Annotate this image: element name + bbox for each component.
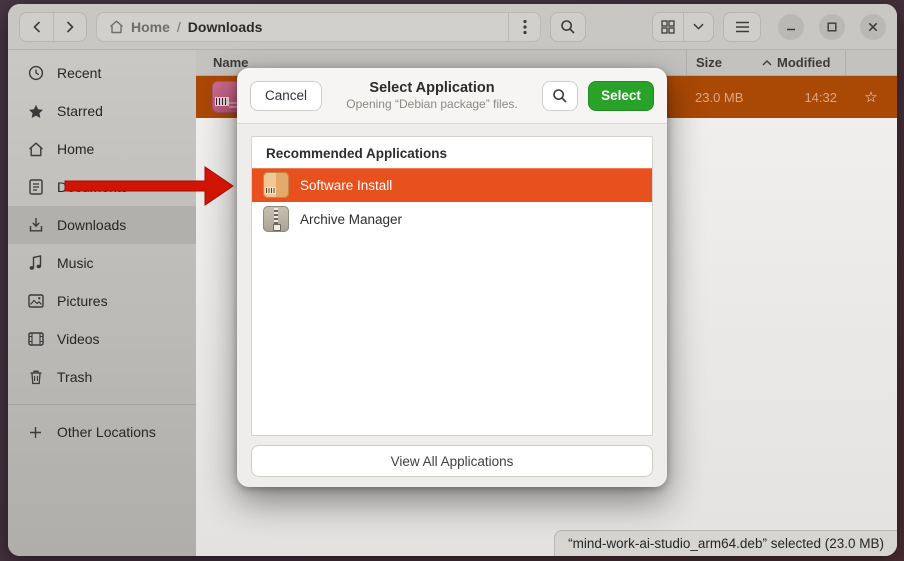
software-install-icon [263, 172, 289, 198]
sidebar-item-videos[interactable]: Videos [8, 320, 196, 358]
trash-icon [27, 369, 44, 385]
sidebar-item-label: Videos [57, 331, 100, 347]
dialog-body: Recommended Applications Software Instal… [237, 124, 667, 487]
sidebar-item-home[interactable]: Home [8, 130, 196, 168]
main-menu-button[interactable] [723, 12, 761, 42]
sidebar-item-label: Music [57, 255, 94, 271]
dialog-search-button[interactable] [542, 81, 578, 111]
column-header-star[interactable] [845, 50, 897, 75]
music-note-icon [27, 255, 44, 271]
sidebar-item-documents[interactable]: Documents [8, 168, 196, 206]
home-icon [27, 142, 44, 157]
headerbar: Home / Downloads [8, 4, 897, 50]
history-nav-group [19, 12, 87, 42]
view-options-dropdown[interactable] [683, 13, 714, 41]
app-name: Software Install [300, 178, 392, 193]
sidebar-item-starred[interactable]: Starred [8, 92, 196, 130]
dialog-titlebox: Select Application Opening “Debian packa… [332, 79, 532, 112]
cancel-button[interactable]: Cancel [250, 81, 322, 111]
breadcrumb-current[interactable]: Downloads [188, 19, 263, 35]
archive-manager-icon [263, 206, 289, 232]
view-toggle-split-button [652, 12, 714, 42]
hamburger-menu-icon [735, 21, 750, 33]
sort-ascending-icon [762, 60, 772, 66]
kebab-menu-icon [523, 19, 527, 35]
status-bar: “mind-work-ai-studio_arm64.deb” selected… [554, 530, 897, 556]
file-modified: 14:32 [756, 90, 845, 105]
close-button[interactable] [860, 14, 886, 40]
download-icon [27, 217, 44, 233]
plus-icon [27, 426, 44, 439]
maximize-icon [827, 22, 837, 32]
breadcrumb-home[interactable]: Home [131, 19, 170, 35]
sidebar: Recent Starred Home Documents Downloads … [8, 50, 196, 556]
app-list-header: Recommended Applications [252, 137, 652, 168]
app-list: Recommended Applications Software Instal… [251, 136, 653, 436]
dialog-title: Select Application [332, 79, 532, 97]
dialog-subtitle: Opening “Debian package” files. [332, 97, 532, 112]
file-manager-window: Home / Downloads [8, 4, 897, 556]
minimize-button[interactable] [778, 14, 804, 40]
search-button[interactable] [550, 12, 586, 42]
close-icon [868, 22, 878, 32]
sidebar-item-other-locations[interactable]: Other Locations [8, 413, 196, 451]
sidebar-item-trash[interactable]: Trash [8, 358, 196, 396]
maximize-button[interactable] [819, 14, 845, 40]
sidebar-item-label: Trash [57, 369, 92, 385]
grid-view-button[interactable] [653, 13, 683, 41]
window-controls [778, 14, 886, 40]
view-all-applications-button[interactable]: View All Applications [251, 445, 653, 477]
sidebar-item-label: Downloads [57, 217, 126, 233]
star-icon [27, 104, 44, 119]
select-application-dialog: Cancel Select Application Opening “Debia… [237, 68, 667, 487]
dialog-header: Cancel Select Application Opening “Debia… [237, 68, 667, 124]
app-name: Archive Manager [300, 212, 402, 227]
minimize-icon [786, 22, 796, 32]
sidebar-item-label: Pictures [57, 293, 108, 309]
home-icon [109, 20, 124, 34]
chevron-right-icon [66, 21, 74, 33]
sidebar-item-music[interactable]: Music [8, 244, 196, 282]
app-row-archive-manager[interactable]: Archive Manager [252, 202, 652, 236]
chevron-down-icon [693, 23, 704, 30]
sidebar-item-pictures[interactable]: Pictures [8, 282, 196, 320]
star-toggle-icon[interactable]: ☆ [845, 88, 897, 106]
chevron-left-icon [33, 21, 41, 33]
picture-icon [27, 294, 44, 308]
sidebar-item-label: Home [57, 141, 94, 157]
document-icon [27, 179, 44, 195]
breadcrumb: Home / Downloads [96, 12, 541, 42]
search-icon [560, 19, 576, 35]
sidebar-item-recent[interactable]: Recent [8, 54, 196, 92]
back-button[interactable] [20, 13, 53, 41]
breadcrumb-separator: / [177, 19, 181, 35]
select-button[interactable]: Select [588, 81, 654, 111]
column-header-size[interactable]: Size [686, 50, 756, 75]
sidebar-item-label: Documents [57, 179, 128, 195]
grid-view-icon [661, 20, 675, 34]
app-row-software-install[interactable]: Software Install [252, 168, 652, 202]
file-size: 23.0 MB [686, 90, 756, 105]
sidebar-item-label: Other Locations [57, 424, 156, 440]
sidebar-item-label: Recent [57, 65, 101, 81]
column-header-modified[interactable]: Modified [756, 50, 845, 75]
sidebar-separator [8, 404, 196, 405]
sidebar-item-downloads[interactable]: Downloads [8, 206, 196, 244]
status-text: “mind-work-ai-studio_arm64.deb” selected… [568, 536, 884, 551]
search-icon [552, 88, 568, 104]
video-icon [27, 332, 44, 346]
forward-button[interactable] [53, 13, 86, 41]
sidebar-item-label: Starred [57, 103, 103, 119]
clock-icon [27, 65, 44, 81]
location-menu-button[interactable] [508, 13, 540, 41]
